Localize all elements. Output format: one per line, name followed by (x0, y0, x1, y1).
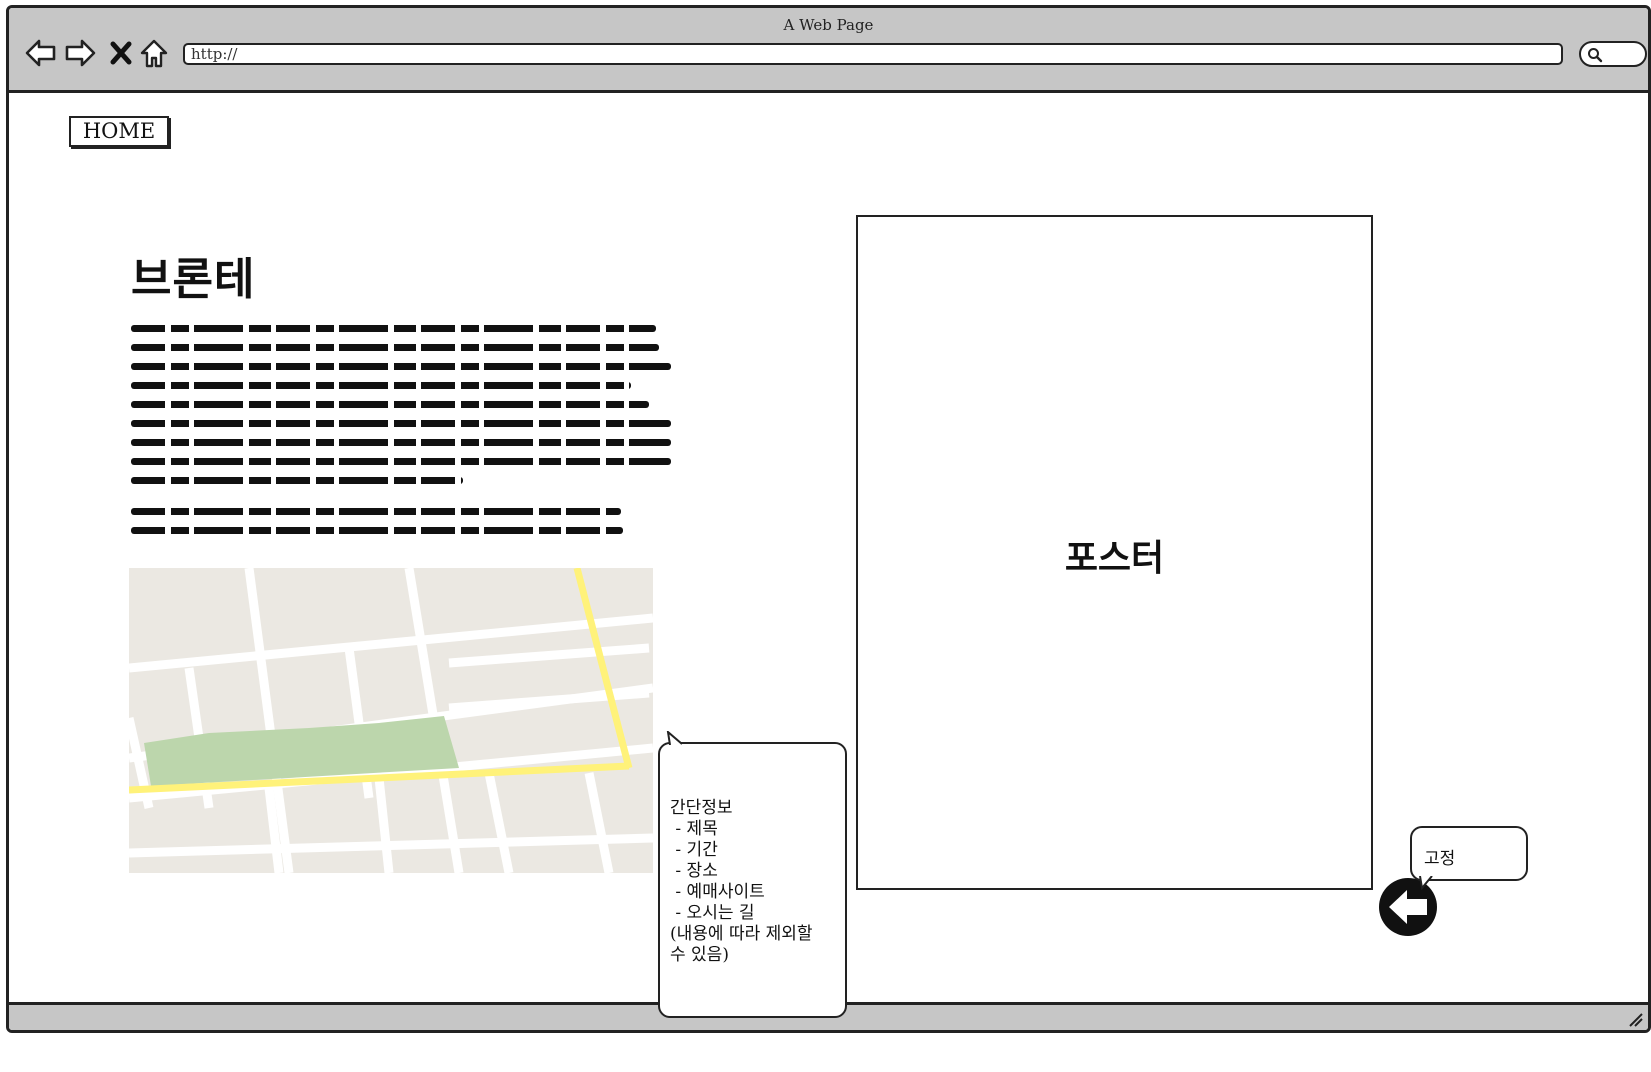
info-line: (내용에 따라 제외할 (670, 924, 813, 944)
fixed-callout-tail (1419, 876, 1433, 890)
info-line: - 오시는 길 (670, 903, 755, 923)
poster-label: 포스터 (1064, 537, 1165, 579)
search-icon (1588, 48, 1603, 63)
info-line: - 예매사이트 (670, 882, 765, 902)
search-field[interactable] (1579, 41, 1647, 67)
title-bar: A Web Page http:// (9, 8, 1648, 93)
page-title: 브론테 (131, 254, 256, 305)
back-arrow-icon[interactable] (23, 35, 59, 71)
info-callout-tail (666, 731, 683, 745)
info-line: - 제목 (670, 819, 718, 839)
fixed-callout: 고정 (1410, 826, 1528, 881)
info-line: - 장소 (670, 861, 718, 881)
fixed-callout-label: 고정 (1424, 849, 1456, 869)
info-line: 수 있음) (670, 945, 729, 965)
resize-grip-icon[interactable] (1626, 1010, 1644, 1028)
info-line: 간단정보 (670, 798, 733, 818)
close-x-icon[interactable] (103, 35, 139, 71)
map-image[interactable] (129, 568, 653, 873)
home-button[interactable]: HOME (69, 116, 169, 147)
info-callout: 간단정보 - 제목 - 기간 - 장소 - 예매사이트 - 오시는 길 (내용에… (658, 742, 847, 1018)
body-text-placeholder-2 (131, 508, 623, 546)
window-title: A Web Page (783, 16, 874, 34)
poster-placeholder: 포스터 (856, 215, 1373, 890)
forward-arrow-icon[interactable] (62, 35, 98, 71)
info-line: - 기간 (670, 840, 718, 860)
home-icon[interactable] (136, 35, 172, 71)
address-bar[interactable]: http:// (183, 43, 1563, 65)
body-text-placeholder (131, 325, 671, 496)
